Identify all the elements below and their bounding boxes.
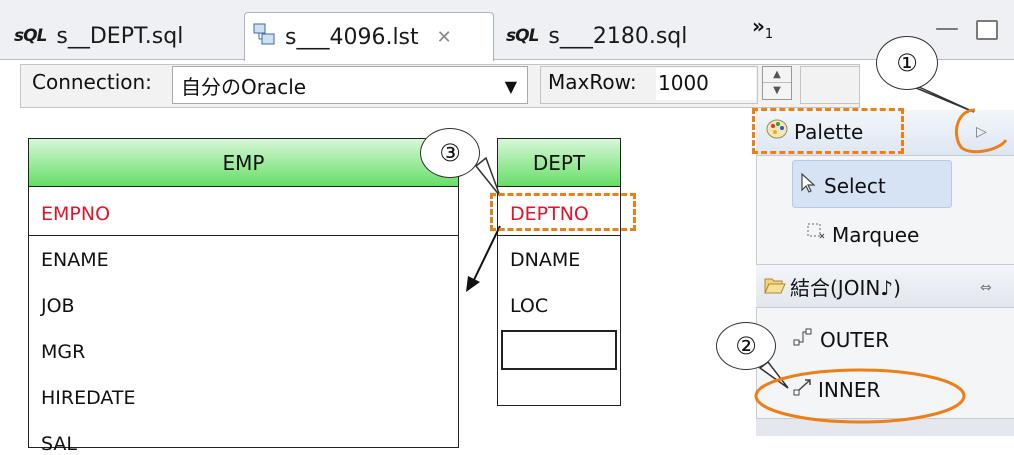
highlight-deptno-box bbox=[490, 193, 636, 231]
callout-3-pointer bbox=[474, 156, 501, 197]
relation-arrow-line bbox=[471, 225, 501, 285]
callout-3: ③ bbox=[420, 128, 480, 178]
highlight-ring-inner bbox=[754, 368, 966, 424]
relation-arrow-head bbox=[466, 276, 480, 292]
callout-1: ① bbox=[876, 36, 938, 90]
callout-2: ② bbox=[716, 322, 776, 370]
highlight-palette-box bbox=[752, 108, 904, 154]
highlight-ring-expand bbox=[954, 108, 1008, 154]
emp-column[interactable]: SAL bbox=[41, 433, 77, 455]
